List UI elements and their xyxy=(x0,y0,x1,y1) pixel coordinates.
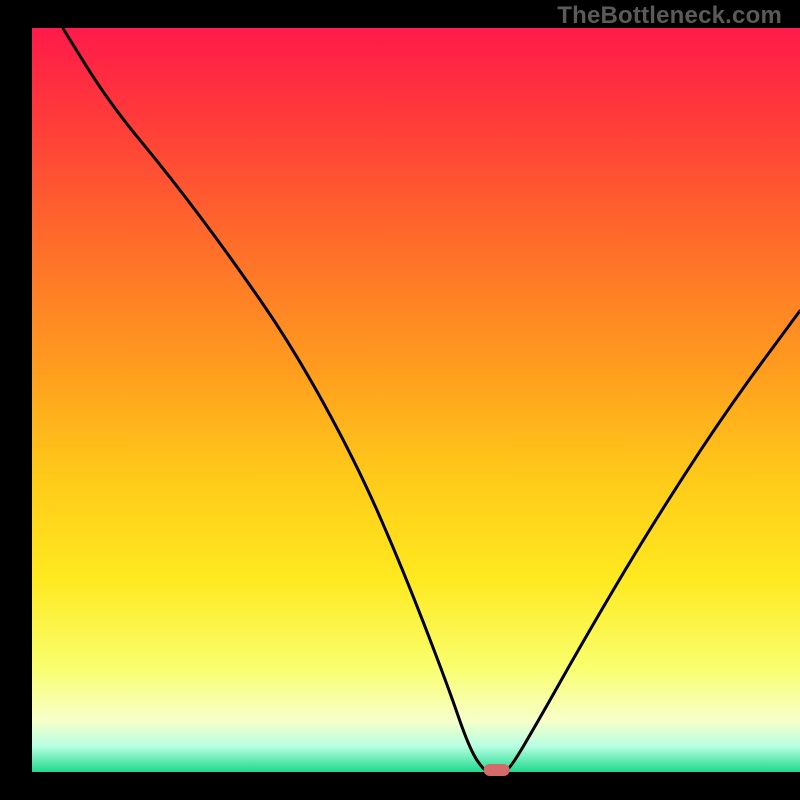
optimal-marker xyxy=(484,764,510,776)
bottom-border xyxy=(0,772,800,800)
chart-canvas xyxy=(0,0,800,800)
bottleneck-chart: TheBottleneck.com xyxy=(0,0,800,800)
left-border xyxy=(0,0,32,800)
gradient-background xyxy=(32,28,800,772)
watermark-label: TheBottleneck.com xyxy=(557,2,782,30)
